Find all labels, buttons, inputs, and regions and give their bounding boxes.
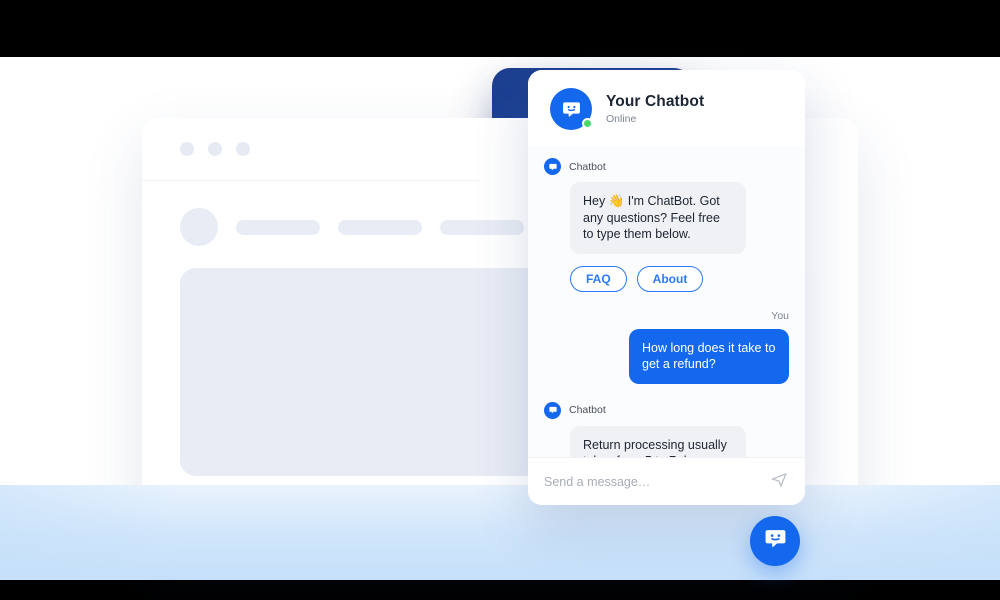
send-paper-plane-icon[interactable] (770, 470, 789, 494)
quick-reply-chips: FAQ About (570, 265, 789, 292)
header-text-group: Your Chatbot Online (606, 93, 704, 125)
message-sender-name-user: You (771, 309, 789, 322)
message-sender-name: Chatbot (569, 404, 606, 416)
chatbot-title: Your Chatbot (606, 93, 705, 110)
message-group-bot: Chatbot Hey 👋 I'm ChatBot. Got any quest… (544, 158, 789, 292)
online-status-dot (582, 118, 593, 129)
mockup-nav-pill (338, 219, 422, 235)
chat-bubble-icon (762, 525, 789, 557)
screenshot-stage: Your Chatbot Online Chatbot Hey 👋 I'm Ch… (0, 0, 1000, 600)
mockup-avatar-placeholder (180, 208, 218, 246)
chat-bubble-avatar-icon (544, 401, 561, 419)
message-group-bot: Chatbot Return processing usually takes … (544, 401, 789, 457)
chat-bubble-avatar-icon (544, 158, 561, 175)
message-sender-row: Chatbot (544, 401, 789, 419)
chatbot-status-label: Online (606, 113, 637, 125)
window-dot-close-icon (180, 142, 194, 156)
chat-composer (528, 457, 805, 505)
message-bubble-user: How long does it take to get a refund? (629, 328, 789, 384)
message-input[interactable] (544, 474, 770, 489)
chat-widget-header: Your Chatbot Online (528, 70, 805, 146)
message-bubble-bot: Return processing usually takes from 5 t… (570, 425, 746, 457)
quick-reply-about-button[interactable]: About (636, 265, 704, 292)
mockup-nav-pill (236, 219, 320, 235)
mockup-nav-pill (440, 219, 524, 235)
bottom-band-edge-fade (0, 485, 1000, 580)
message-sender-row: Chatbot (544, 158, 789, 175)
avatar (550, 88, 593, 130)
message-group-user: You How long does it take to get a refun… (544, 310, 789, 384)
window-dot-minimize-icon (208, 142, 222, 156)
message-bubble-bot: Hey 👋 I'm ChatBot. Got any questions? Fe… (570, 182, 746, 254)
window-dot-maximize-icon (236, 142, 250, 156)
message-sender-name: Chatbot (569, 160, 606, 173)
chat-widget: Your Chatbot Online Chatbot Hey 👋 I'm Ch… (528, 70, 805, 505)
quick-reply-faq-button[interactable]: FAQ (570, 265, 627, 292)
chat-launcher-button[interactable] (750, 516, 800, 566)
chat-message-list[interactable]: Chatbot Hey 👋 I'm ChatBot. Got any quest… (528, 146, 805, 457)
